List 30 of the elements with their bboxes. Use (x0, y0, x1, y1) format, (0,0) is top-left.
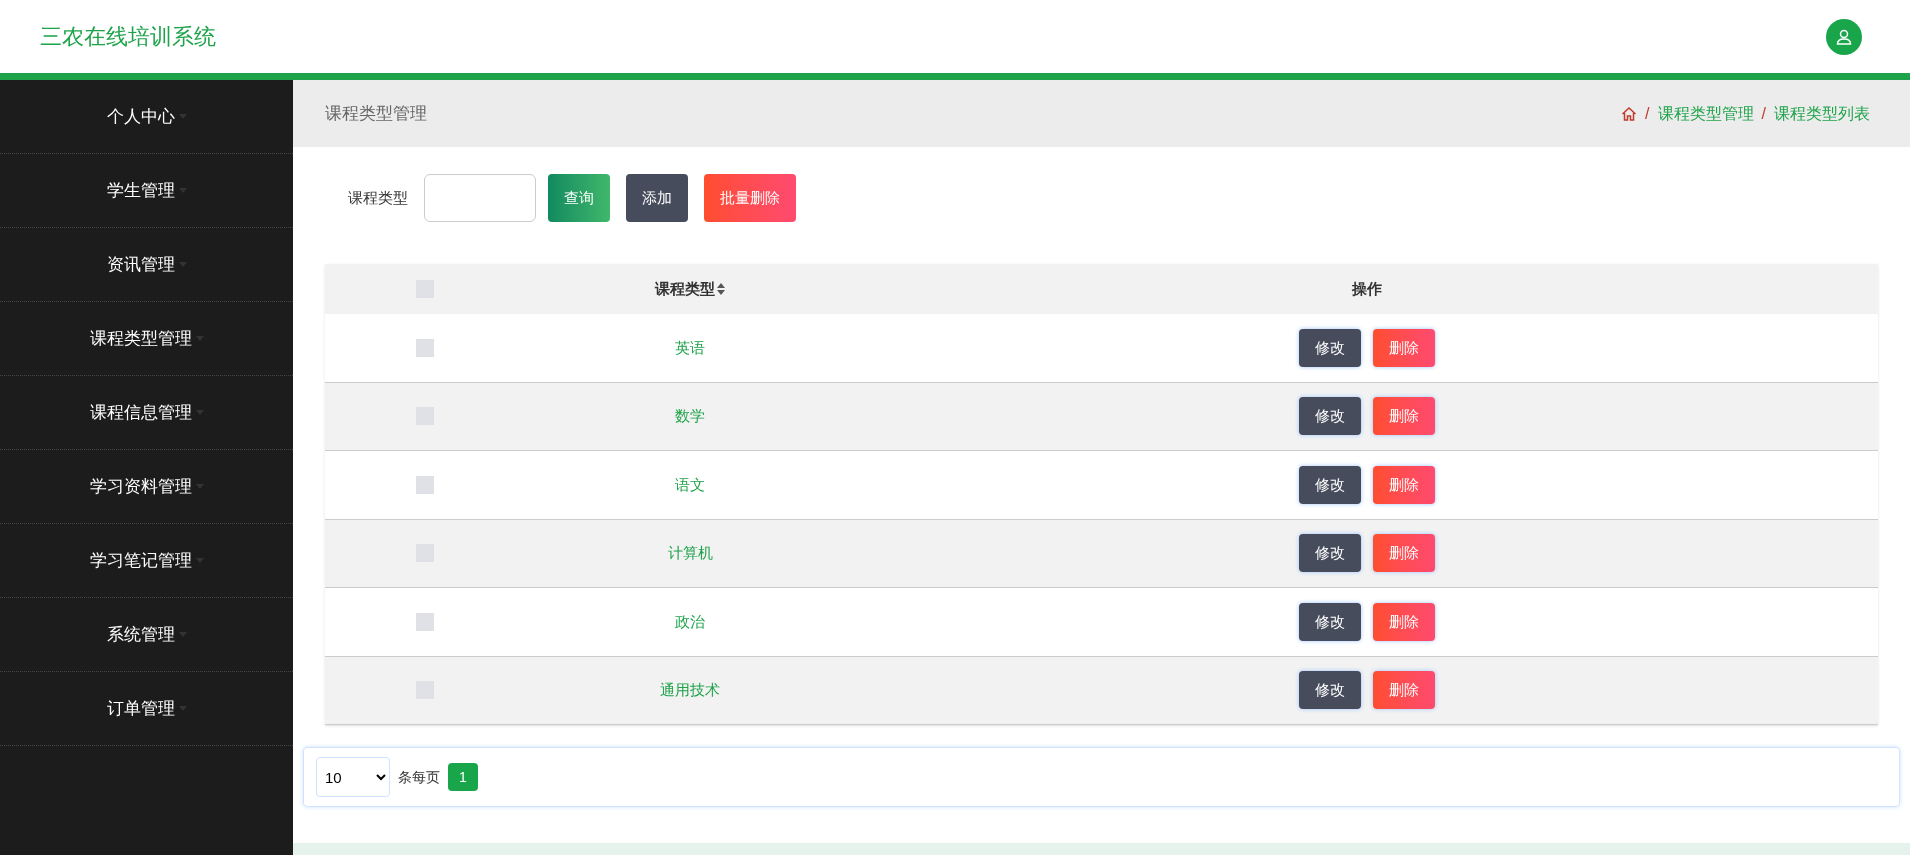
table-cell-text: 政治 (675, 611, 705, 632)
row-action-button[interactable]: 修改 (1298, 328, 1361, 367)
row-checkbox[interactable] (416, 612, 434, 631)
row-action-button[interactable]: 修改 (1298, 671, 1361, 710)
table-cell-text: 通用技术 (660, 680, 720, 700)
row-action-button[interactable]: 修改 (1298, 534, 1361, 573)
user-avatar-icon[interactable] (1826, 18, 1862, 55)
app-title: 三农在线培训系统 (40, 23, 216, 51)
row-action-button[interactable]: 修改 (1298, 602, 1361, 641)
row-checkbox[interactable] (416, 475, 434, 494)
row-action-button[interactable]: 修改 (1298, 465, 1361, 504)
search-label: 课程类型 (348, 187, 408, 208)
table-cell-text: 计算机 (667, 543, 713, 563)
breadcrumb-separator: / (1761, 103, 1766, 124)
breadcrumb-separator: / (1645, 103, 1650, 124)
column-header[interactable]: 课程类型 (655, 277, 715, 301)
page-title: 课程类型管理 (325, 102, 427, 125)
per-page-label: 条每页 (398, 767, 440, 787)
toolbar-button[interactable]: 查询 (548, 174, 610, 222)
row-checkbox[interactable] (416, 338, 434, 357)
home-icon[interactable] (1621, 105, 1638, 122)
table-cell-text: 语文 (675, 474, 705, 495)
toolbar-button[interactable]: 添加 (626, 174, 688, 222)
table-cell-text: 数学 (675, 406, 705, 426)
search-field[interactable] (424, 174, 536, 222)
row-action-button[interactable]: 修改 (1298, 397, 1361, 436)
page-size-select[interactable]: 10 (316, 757, 390, 797)
table-cell-text: 英语 (675, 337, 705, 358)
sort-icon[interactable] (717, 283, 725, 295)
column-header: 操作 (1351, 278, 1382, 299)
